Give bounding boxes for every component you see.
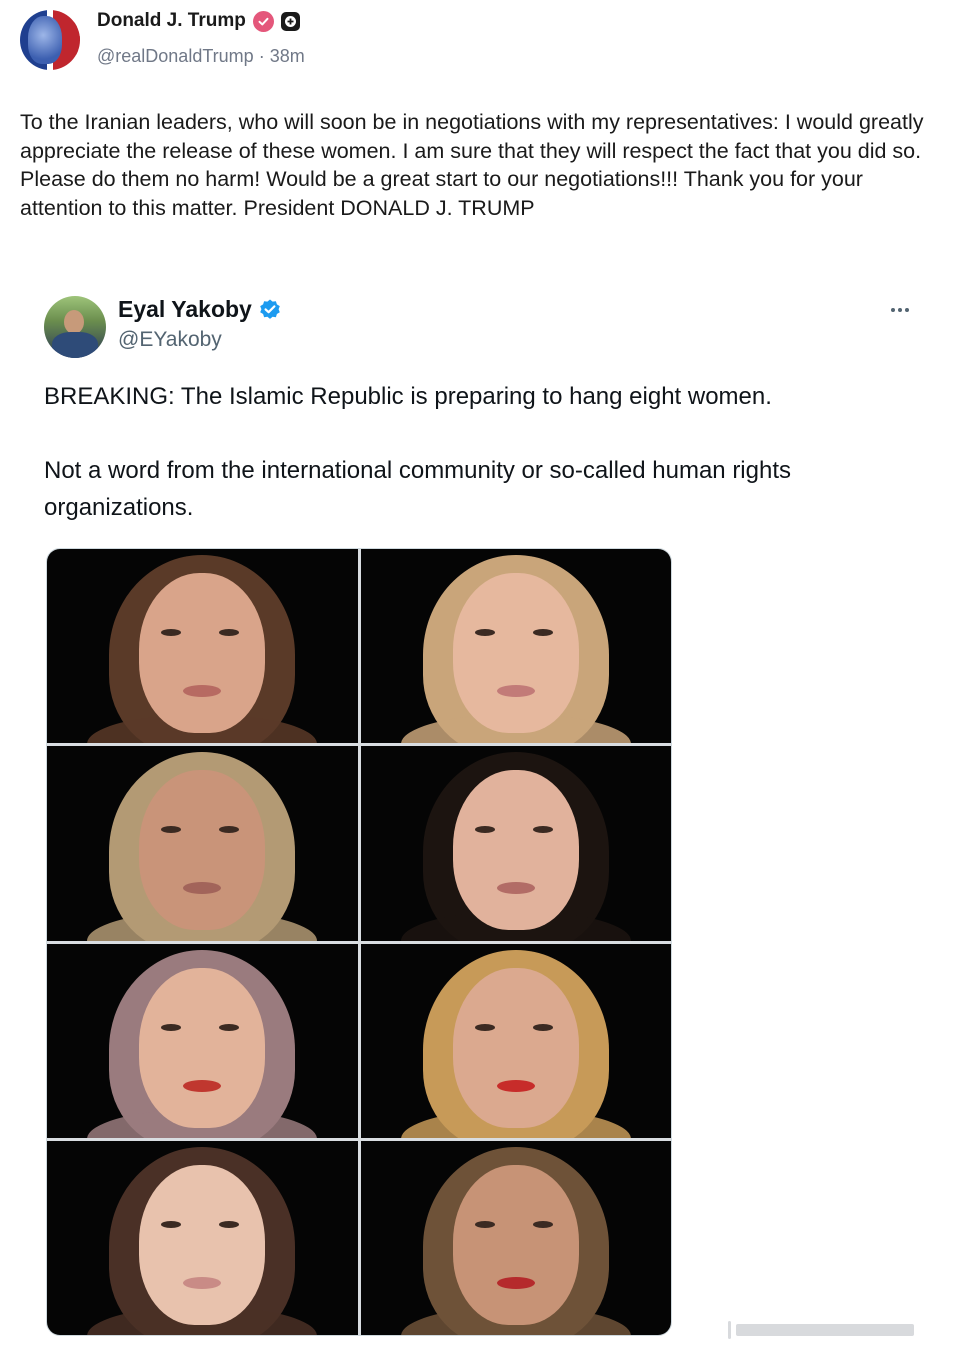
portrait-photo[interactable]: [47, 746, 358, 941]
meta-separator: ·: [258, 46, 265, 66]
portrait-photo[interactable]: [47, 549, 358, 744]
quoted-post-paragraph-2: Not a word from the international commun…: [44, 457, 791, 521]
quoted-author-avatar[interactable]: [44, 296, 106, 358]
quoted-author-name-row: Eyal Yakoby: [118, 296, 282, 323]
verified-check-icon: [260, 299, 280, 319]
author-name[interactable]: Donald J. Trump: [97, 10, 246, 32]
plus-subscriber-icon: [280, 11, 300, 31]
photo-collage[interactable]: [46, 548, 672, 1336]
author-avatar[interactable]: [20, 10, 80, 70]
portrait-photo[interactable]: [360, 746, 671, 941]
portrait-photo[interactable]: [47, 943, 358, 1138]
image-watermark: [724, 1318, 924, 1342]
author-handle[interactable]: @realDonaldTrump: [97, 46, 254, 66]
portrait-photo[interactable]: [360, 943, 671, 1138]
author-name-row: Donald J. Trump: [97, 10, 300, 32]
post-timestamp[interactable]: 38m: [270, 46, 305, 66]
portrait-photo[interactable]: [360, 549, 671, 744]
quoted-post-paragraph-1: BREAKING: The Islamic Republic is prepar…: [44, 383, 772, 410]
author-meta: @realDonaldTrump · 38m: [97, 46, 305, 67]
quoted-author-name[interactable]: Eyal Yakoby: [118, 296, 252, 323]
more-options-icon[interactable]: [884, 298, 916, 322]
portrait-photo[interactable]: [47, 1140, 358, 1335]
portrait-photo[interactable]: [360, 1140, 671, 1335]
quoted-author-handle[interactable]: @EYakoby: [118, 328, 222, 352]
truth-social-post: Donald J. Trump @realDonaldTrump · 38m T…: [0, 0, 960, 1352]
verified-badge-icon: [252, 10, 274, 32]
post-body: To the Iranian leaders, who will soon be…: [20, 110, 924, 221]
